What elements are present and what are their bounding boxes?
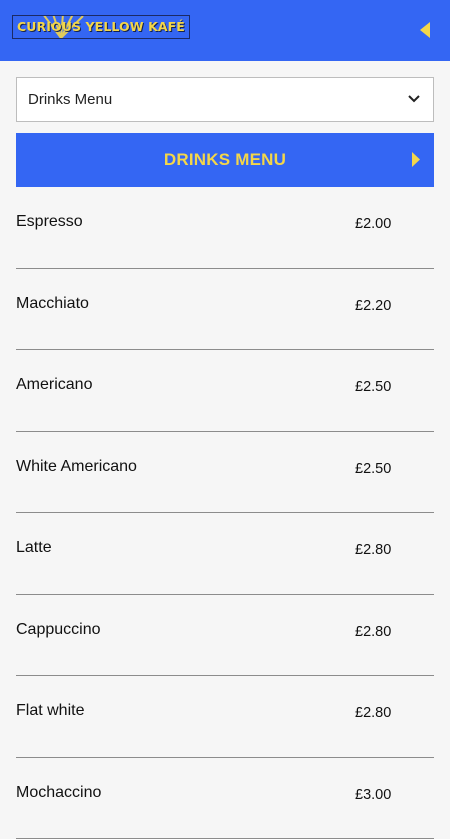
item-price: £2.80 bbox=[355, 542, 391, 558]
menu-item[interactable]: Americano £2.50 bbox=[16, 350, 434, 432]
item-price: £3.00 bbox=[355, 787, 391, 803]
item-name: White Americano bbox=[16, 458, 137, 476]
menu-item[interactable]: Flat white £2.80 bbox=[16, 676, 434, 758]
item-name: Americano bbox=[16, 376, 92, 394]
menu-item[interactable]: White Americano £2.50 bbox=[16, 432, 434, 514]
menu-list: Espresso £2.00 Macchiato £2.20 Americano… bbox=[16, 187, 434, 839]
item-name: Latte bbox=[16, 539, 52, 557]
menu-select-value: Drinks Menu bbox=[28, 91, 112, 108]
brand-name: CURIOUS YELLOW KAFÉ bbox=[17, 19, 185, 34]
item-name: Cappuccino bbox=[16, 621, 101, 639]
item-name: Espresso bbox=[16, 213, 83, 231]
menu-item[interactable]: Latte £2.80 bbox=[16, 513, 434, 595]
item-name: Flat white bbox=[16, 702, 84, 720]
item-name: Macchiato bbox=[16, 295, 89, 313]
item-price: £2.50 bbox=[355, 379, 391, 395]
menu-select[interactable]: Drinks Menu bbox=[16, 77, 434, 122]
brand-logo[interactable]: CURIOUS YELLOW KAFÉ bbox=[12, 15, 190, 39]
menu-item[interactable]: Cappuccino £2.80 bbox=[16, 595, 434, 677]
menu-item[interactable]: Espresso £2.00 bbox=[16, 187, 434, 269]
item-price: £2.80 bbox=[355, 705, 391, 721]
triangle-left-icon bbox=[419, 21, 431, 39]
menu-item[interactable]: Mochaccino £3.00 bbox=[16, 758, 434, 839]
item-price: £2.20 bbox=[355, 298, 391, 314]
chevron-down-icon bbox=[408, 94, 420, 103]
item-price: £2.00 bbox=[355, 216, 391, 232]
item-price: £2.80 bbox=[355, 624, 391, 640]
item-name: Mochaccino bbox=[16, 784, 101, 802]
item-price: £2.50 bbox=[355, 461, 391, 477]
section-header[interactable]: DRINKS MENU bbox=[16, 133, 434, 187]
back-button[interactable] bbox=[414, 18, 436, 42]
section-title: DRINKS MENU bbox=[16, 150, 434, 170]
app-header: CURIOUS YELLOW KAFÉ bbox=[0, 0, 450, 61]
menu-item[interactable]: Macchiato £2.20 bbox=[16, 269, 434, 351]
triangle-right-icon bbox=[411, 151, 421, 168]
